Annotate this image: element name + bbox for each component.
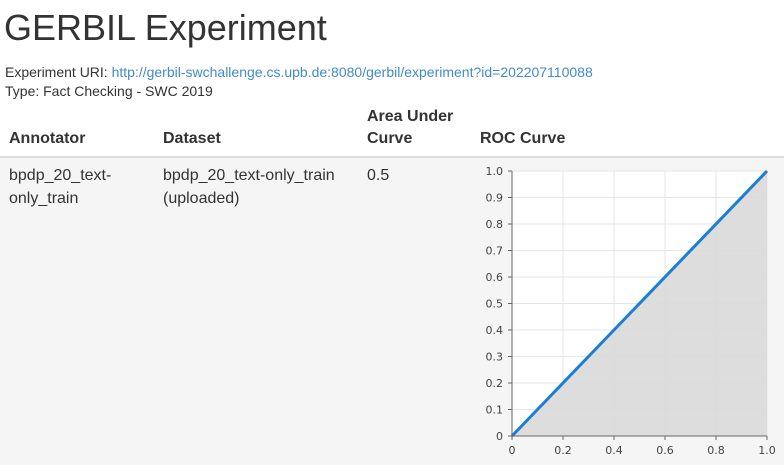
y-tick-label: 0.1 <box>486 404 504 417</box>
y-tick-label: 1.0 <box>486 165 504 178</box>
y-tick-label: 0.7 <box>486 245 504 258</box>
y-tick-label: 0.4 <box>486 324 504 337</box>
x-tick-label: 1.0 <box>758 444 776 457</box>
experiment-uri-label: Experiment URI: <box>5 64 108 80</box>
x-tick-label: 0.6 <box>656 444 674 457</box>
y-tick-label: 0.2 <box>486 377 504 390</box>
x-tick-label: 0 <box>509 444 516 457</box>
x-tick-label: 0.4 <box>605 444 623 457</box>
header-auc: Area Under Curve <box>367 108 454 147</box>
experiment-uri-link[interactable]: http://gerbil-swchallenge.cs.upb.de:8080… <box>112 64 593 80</box>
cell-annotator: bpdp_20_text-only_train <box>9 167 112 207</box>
page-title: GERBIL Experiment <box>4 7 327 48</box>
cell-auc: 0.5 <box>367 167 390 184</box>
roc-curve-chart: 0 0.1 0.2 0.3 0.4 0.5 0.6 0.7 0.8 0.9 1.0 0 0.2 0.4 0… <box>486 165 776 457</box>
cell-dataset: bpdp_20_text-only_train (uploaded) <box>163 167 335 207</box>
y-tick-label: 0 <box>496 430 503 443</box>
y-tick-label: 0.5 <box>486 298 504 311</box>
experiment-type: Type: Fact Checking - SWC 2019 <box>5 83 213 99</box>
y-tick-label: 0.9 <box>486 192 504 205</box>
y-tick-label: 0.8 <box>486 218 504 231</box>
experiment-uri-line: Experiment URI: http://gerbil-swchalleng… <box>5 63 593 81</box>
header-roc-curve: ROC Curve <box>480 130 566 147</box>
header-annotator: Annotator <box>9 130 86 147</box>
x-tick-label: 0.2 <box>554 444 572 457</box>
x-tick-label: 0.8 <box>707 444 725 457</box>
header-dataset: Dataset <box>163 130 221 147</box>
y-tick-label: 0.3 <box>486 351 504 364</box>
y-tick-label: 0.6 <box>486 271 504 284</box>
